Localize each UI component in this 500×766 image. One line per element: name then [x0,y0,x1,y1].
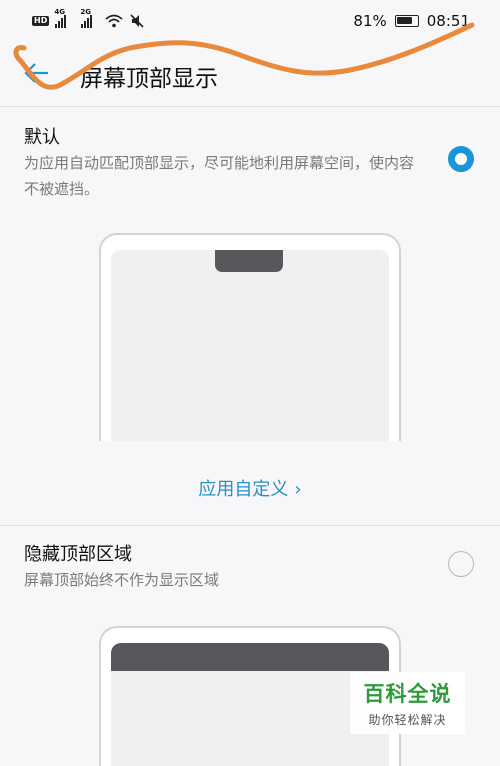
battery-percent: 81% [353,12,387,30]
signal-icon-sim2: 2G [80,8,95,28]
watermark: 百科全说 助你轻松解决 [350,672,465,734]
back-arrow-icon[interactable] [22,58,52,88]
phone-hidden-band [111,643,389,671]
radio-hide-top[interactable] [448,551,474,577]
signal-icon: 4G [54,8,69,28]
radio-default[interactable] [448,146,474,172]
chevron-right-icon: › [294,479,302,500]
phone-preview-default [99,233,401,441]
status-left: HD 4G 2G [32,8,145,29]
clock: 08:51 [426,12,470,30]
option-default[interactable]: 默认 为应用自动匹配顶部显示，尽可能地利用屏幕空间，使内容不被遮挡。 [0,107,500,475]
app-customize-link[interactable]: 应用自定义 › [0,475,500,501]
watermark-subtitle: 助你轻松解决 [368,713,447,727]
option-description: 为应用自动匹配顶部显示，尽可能地利用屏幕空间，使内容不被遮挡。 [24,154,415,198]
app-header: 屏幕顶部显示 [0,42,500,106]
phone-notch [215,250,283,272]
phone-screen [111,250,389,441]
watermark-title: 百科全说 [363,682,452,706]
option-title: 隐藏顶部区域 [24,544,132,565]
status-bar: HD 4G 2G 81% 08:51 [0,0,500,42]
option-title: 默认 [24,127,60,148]
battery-icon [394,15,419,27]
sim1-network-label: 4G [54,8,65,16]
page-title: 屏幕顶部显示 [80,66,218,92]
status-right: 81% 08:51 [353,12,470,30]
hd-badge: HD [32,16,50,26]
mute-icon [130,14,144,28]
sim2-network-label: 2G [80,8,91,16]
app-customize-label: 应用自定义 [198,479,289,500]
option-description: 屏幕顶部始终不作为显示区域 [24,571,220,589]
wifi-icon [105,14,123,28]
